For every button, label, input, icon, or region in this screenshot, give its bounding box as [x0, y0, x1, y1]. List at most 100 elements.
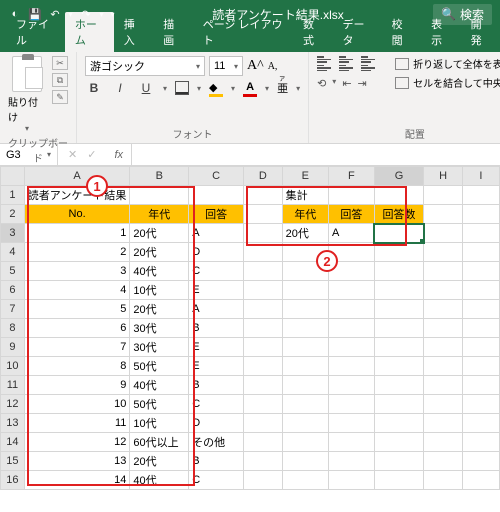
cell-I10[interactable]	[462, 357, 499, 376]
cell-B10[interactable]: 50代	[130, 357, 189, 376]
cell-D11[interactable]	[244, 376, 283, 395]
cell-D14[interactable]	[244, 433, 283, 452]
cell-C10[interactable]: E	[189, 357, 244, 376]
cell-D13[interactable]	[244, 414, 283, 433]
row-header-3[interactable]: 3	[1, 224, 25, 243]
grow-font-icon[interactable]: A^	[247, 58, 264, 74]
align-bottom-icon[interactable]	[361, 56, 375, 63]
cell-C4[interactable]: D	[189, 243, 244, 262]
cell-F1[interactable]	[328, 186, 374, 205]
cell-F7[interactable]	[328, 300, 374, 319]
cell-G14[interactable]	[374, 433, 423, 452]
row-header-14[interactable]: 14	[1, 433, 25, 452]
cell-C13[interactable]: D	[189, 414, 244, 433]
cell-H9[interactable]	[424, 338, 463, 357]
cell-E1[interactable]: 集計	[282, 186, 328, 205]
select-all-corner[interactable]	[1, 167, 25, 186]
cell-A10[interactable]: 8	[24, 357, 130, 376]
cell-C2[interactable]: 回答	[189, 205, 244, 224]
undo-icon[interactable]: ↶	[48, 7, 62, 21]
row-header-4[interactable]: 4	[1, 243, 25, 262]
cell-D7[interactable]	[244, 300, 283, 319]
cell-H14[interactable]	[424, 433, 463, 452]
cell-I3[interactable]	[462, 224, 499, 243]
row-header-9[interactable]: 9	[1, 338, 25, 357]
cell-D15[interactable]	[244, 452, 283, 471]
cell-D5[interactable]	[244, 262, 283, 281]
cell-G4[interactable]	[374, 243, 423, 262]
cell-D12[interactable]	[244, 395, 283, 414]
tab-data[interactable]: データ	[332, 12, 381, 52]
cancel-icon[interactable]: ✕	[68, 148, 77, 161]
cell-G11[interactable]	[374, 376, 423, 395]
italic-button[interactable]: I	[111, 81, 129, 95]
cell-I15[interactable]	[462, 452, 499, 471]
cell-F2[interactable]: 回答	[328, 205, 374, 224]
col-header-F[interactable]: F	[328, 167, 374, 186]
cell-A9[interactable]: 7	[24, 338, 130, 357]
cell-G16[interactable]	[374, 471, 423, 490]
cell-A6[interactable]: 4	[24, 281, 130, 300]
cell-I12[interactable]	[462, 395, 499, 414]
row-header-12[interactable]: 12	[1, 395, 25, 414]
row-header-11[interactable]: 11	[1, 376, 25, 395]
bold-button[interactable]: B	[85, 81, 103, 95]
cell-G12[interactable]	[374, 395, 423, 414]
cell-E10[interactable]	[282, 357, 328, 376]
cell-A13[interactable]: 11	[24, 414, 130, 433]
row-header-10[interactable]: 10	[1, 357, 25, 376]
cell-G10[interactable]	[374, 357, 423, 376]
cell-D9[interactable]	[244, 338, 283, 357]
copy-icon[interactable]: ⧉	[52, 73, 68, 87]
cell-I16[interactable]	[462, 471, 499, 490]
cell-D10[interactable]	[244, 357, 283, 376]
col-header-E[interactable]: E	[282, 167, 328, 186]
qat-more[interactable]: ▾	[110, 10, 115, 19]
cell-B13[interactable]: 10代	[130, 414, 189, 433]
cell-E16[interactable]	[282, 471, 328, 490]
cell-H11[interactable]	[424, 376, 463, 395]
cell-A8[interactable]: 6	[24, 319, 130, 338]
col-header-C[interactable]: C	[189, 167, 244, 186]
cell-H15[interactable]	[424, 452, 463, 471]
cell-G7[interactable]	[374, 300, 423, 319]
row-header-16[interactable]: 16	[1, 471, 25, 490]
cell-H1[interactable]	[424, 186, 463, 205]
cell-G9[interactable]	[374, 338, 423, 357]
cut-icon[interactable]: ✂	[52, 56, 68, 70]
worksheet[interactable]: ABCDEFGHI1読者アンケート結果集計2No.年代回答年代回答回答数3120…	[0, 166, 500, 490]
row-header-13[interactable]: 13	[1, 414, 25, 433]
enter-icon[interactable]: ✓	[87, 148, 96, 161]
tab-insert[interactable]: 挿入	[114, 12, 153, 52]
wrap-text-button[interactable]: 折り返して全体を表示	[395, 56, 500, 71]
shrink-font-icon[interactable]: A,	[268, 61, 278, 72]
cell-A11[interactable]: 9	[24, 376, 130, 395]
cell-H2[interactable]	[424, 205, 463, 224]
col-header-I[interactable]: I	[462, 167, 499, 186]
cell-D16[interactable]	[244, 471, 283, 490]
autosave-icon[interactable]: ◐	[8, 7, 22, 21]
cell-G3[interactable]	[374, 224, 423, 243]
format-painter-icon[interactable]: ✎	[52, 90, 68, 104]
cell-I2[interactable]	[462, 205, 499, 224]
border-button[interactable]	[175, 81, 189, 95]
cell-I4[interactable]	[462, 243, 499, 262]
cell-D3[interactable]	[244, 224, 283, 243]
cell-I6[interactable]	[462, 281, 499, 300]
tab-pagelayout[interactable]: ページ レイアウト	[193, 12, 293, 52]
cell-E9[interactable]	[282, 338, 328, 357]
cell-G1[interactable]	[374, 186, 423, 205]
cell-G5[interactable]	[374, 262, 423, 281]
cell-A14[interactable]: 12	[24, 433, 130, 452]
indent-dec-icon[interactable]: ⇤	[342, 77, 351, 90]
tab-review[interactable]: 校閲	[382, 12, 421, 52]
cell-E3[interactable]: 20代	[282, 224, 328, 243]
cell-C3[interactable]: A	[189, 224, 244, 243]
cell-C7[interactable]: A	[189, 300, 244, 319]
cell-A15[interactable]: 13	[24, 452, 130, 471]
cell-D6[interactable]	[244, 281, 283, 300]
cell-F10[interactable]	[328, 357, 374, 376]
cell-I5[interactable]	[462, 262, 499, 281]
cell-A12[interactable]: 10	[24, 395, 130, 414]
cell-C16[interactable]: C	[189, 471, 244, 490]
